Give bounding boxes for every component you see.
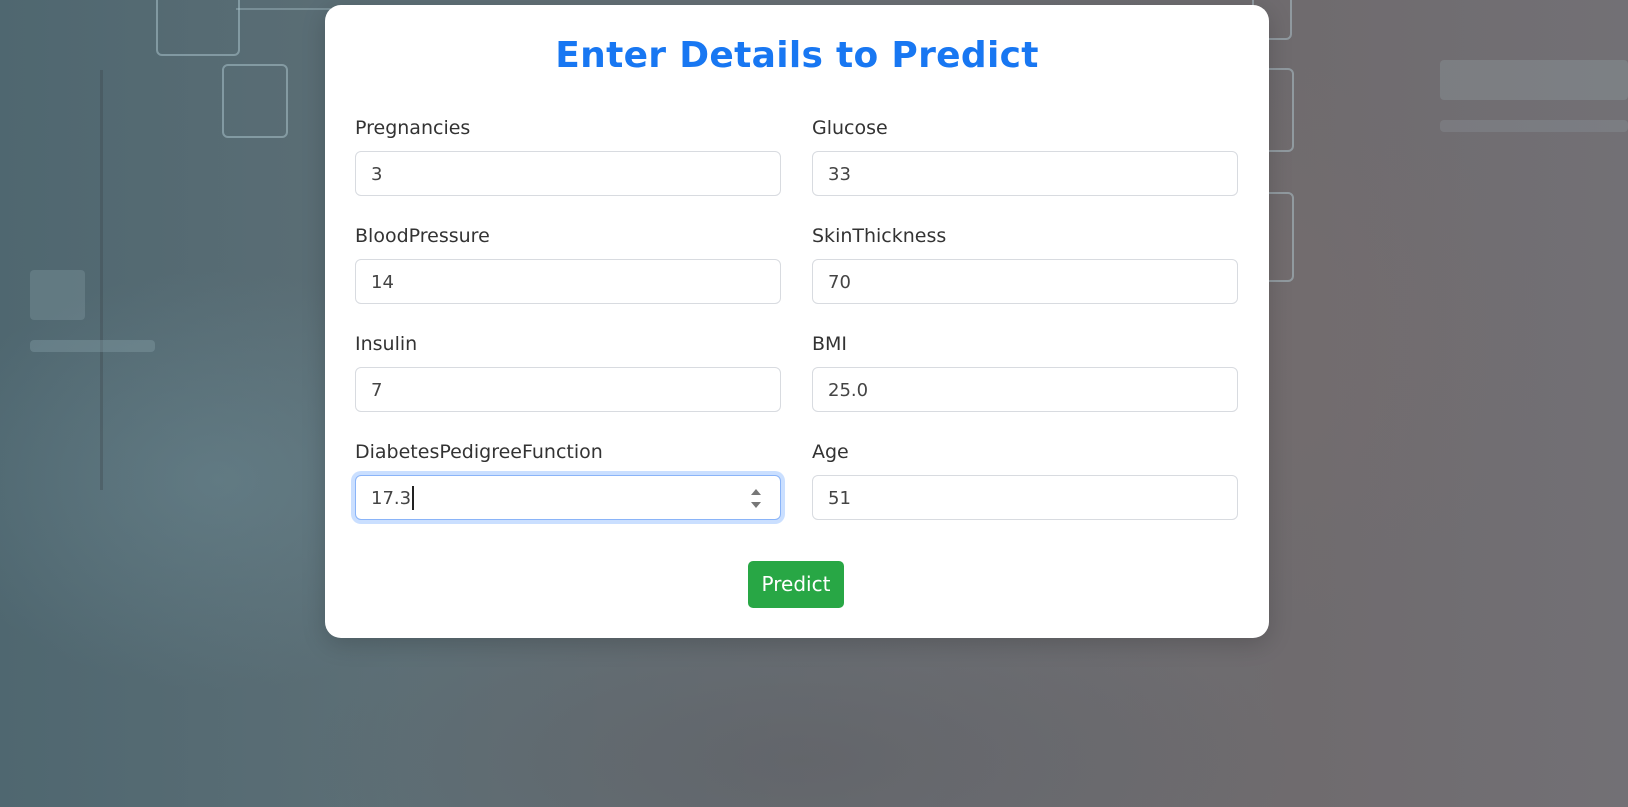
decorative-line <box>236 8 331 10</box>
field-label: DiabetesPedigreeFunction <box>355 441 603 463</box>
decorative-text-block <box>30 270 85 320</box>
decorative-bar <box>1440 60 1628 100</box>
field-blood-pressure: BloodPressure 14 <box>355 223 783 304</box>
bmi-input[interactable]: 25.0 <box>812 367 1238 412</box>
input-value: 25.0 <box>828 380 869 401</box>
form-title: Enter Details to Predict <box>555 35 1039 76</box>
prediction-form-card: Enter Details to Predict Pregnancies 3 G… <box>325 5 1269 638</box>
input-value: 3 <box>371 164 383 185</box>
input-value: 51 <box>828 488 851 509</box>
text-caret <box>412 485 414 510</box>
pregnancies-input[interactable]: 3 <box>355 151 781 196</box>
field-label: Age <box>812 441 849 463</box>
age-input[interactable]: 51 <box>812 475 1238 520</box>
predict-button[interactable]: Predict <box>748 561 844 608</box>
field-label: BloodPressure <box>355 225 490 247</box>
decorative-bar <box>1440 120 1628 132</box>
decorative-frame <box>222 64 288 138</box>
input-value: 7 <box>371 380 383 401</box>
field-label: Pregnancies <box>355 117 471 139</box>
decorative-frame <box>156 0 240 56</box>
input-value: 70 <box>828 272 851 293</box>
decorative-line <box>100 70 103 490</box>
field-diabetes-pedigree-function: DiabetesPedigreeFunction 17.3 <box>355 439 783 520</box>
skin-thickness-input[interactable]: 70 <box>812 259 1238 304</box>
spinner-up-icon[interactable] <box>751 489 761 495</box>
input-value: 33 <box>828 164 851 185</box>
field-label: Glucose <box>812 117 888 139</box>
diabetes-pedigree-function-input[interactable]: 17.3 <box>355 475 781 520</box>
spinner-down-icon[interactable] <box>751 502 761 508</box>
field-pregnancies: Pregnancies 3 <box>355 115 783 196</box>
field-age: Age 51 <box>812 439 1240 520</box>
insulin-input[interactable]: 7 <box>355 367 781 412</box>
input-value: 17.3 <box>371 488 412 509</box>
field-label: SkinThickness <box>812 225 947 247</box>
field-skin-thickness: SkinThickness 70 <box>812 223 1240 304</box>
field-bmi: BMI 25.0 <box>812 331 1240 412</box>
spinner-arrows-icon[interactable] <box>750 488 762 510</box>
field-insulin: Insulin 7 <box>355 331 783 412</box>
glucose-input[interactable]: 33 <box>812 151 1238 196</box>
field-label: BMI <box>812 333 848 355</box>
field-glucose: Glucose 33 <box>812 115 1240 196</box>
blood-pressure-input[interactable]: 14 <box>355 259 781 304</box>
decorative-bar <box>30 340 155 352</box>
input-value: 14 <box>371 272 394 293</box>
field-label: Insulin <box>355 333 418 355</box>
